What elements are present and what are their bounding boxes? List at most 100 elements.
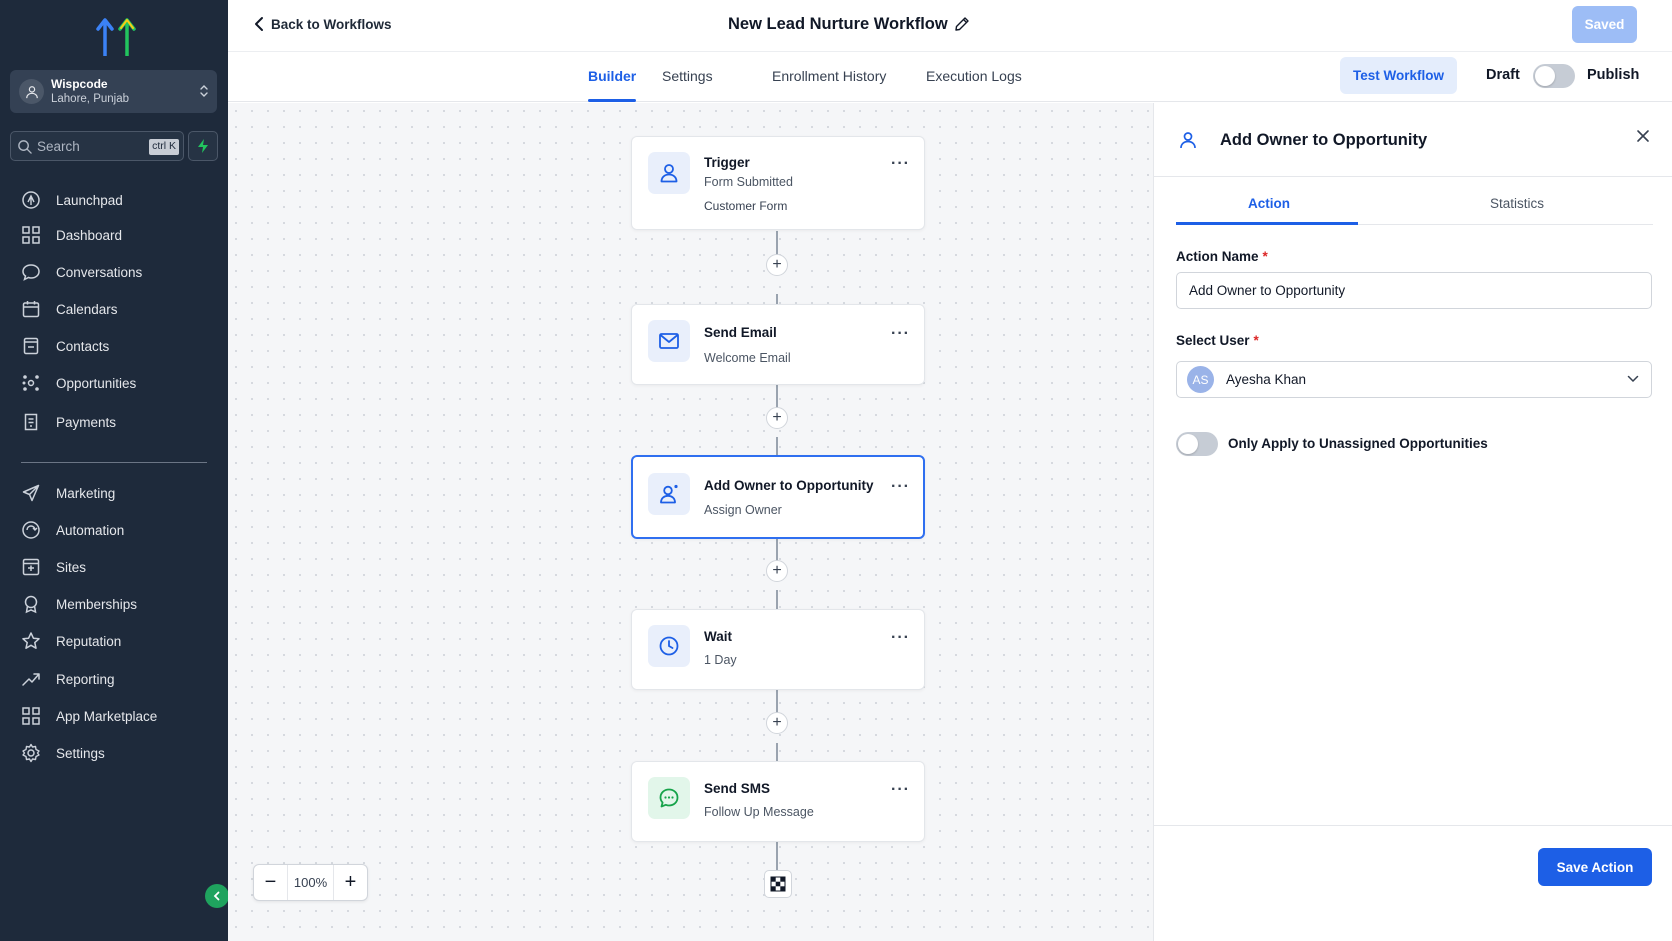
panel-footer-divider xyxy=(1154,825,1672,826)
tab-execution-logs[interactable]: Execution Logs xyxy=(926,68,1022,84)
tab-enrollment-history[interactable]: Enrollment History xyxy=(772,68,886,84)
test-workflow-button[interactable]: Test Workflow xyxy=(1340,57,1457,94)
workflow-node-send-email[interactable]: Send Email Welcome Email ··· xyxy=(631,304,925,385)
workflow-node-send-sms[interactable]: Send SMS Follow Up Message ··· xyxy=(631,761,925,842)
more-options-icon[interactable]: ··· xyxy=(891,325,910,343)
node-subtitle: Assign Owner xyxy=(704,503,782,517)
sidebar-item-conversations[interactable]: Conversations xyxy=(20,259,142,285)
sidebar-item-label: Launchpad xyxy=(56,192,123,208)
app-logo xyxy=(96,18,136,56)
node-subtitle: Form Submitted xyxy=(704,175,793,189)
more-options-icon[interactable]: ··· xyxy=(891,629,910,647)
add-step-button[interactable]: + xyxy=(766,560,788,582)
collapse-sidebar-button[interactable] xyxy=(205,884,229,908)
user-icon xyxy=(1180,132,1196,149)
tab-statistics[interactable]: Statistics xyxy=(1490,196,1544,211)
user-add-icon xyxy=(648,473,690,515)
connector-line xyxy=(776,437,778,455)
sidebar-item-sites[interactable]: Sites xyxy=(20,554,86,580)
account-avatar xyxy=(19,79,44,104)
sidebar-item-label: Reporting xyxy=(56,671,115,687)
sidebar-item-opportunities[interactable]: Opportunities xyxy=(20,370,136,396)
sidebar-item-payments[interactable]: Payments xyxy=(20,409,116,435)
action-config-panel: Add Owner to Opportunity Action Statisti… xyxy=(1153,103,1672,941)
search-shortcut: ctrl K xyxy=(149,139,179,155)
node-detail: Customer Form xyxy=(704,199,788,213)
account-location: Lahore, Punjab xyxy=(51,93,130,105)
publish-toggle[interactable] xyxy=(1533,64,1575,88)
sites-icon xyxy=(20,556,42,578)
more-options-icon[interactable]: ··· xyxy=(891,781,910,799)
action-name-label: Action Name * xyxy=(1176,249,1268,264)
sidebar-item-calendars[interactable]: Calendars xyxy=(20,296,118,322)
publish-label: Publish xyxy=(1587,67,1640,83)
close-icon[interactable] xyxy=(1636,129,1650,143)
workflow-node-add-owner[interactable]: Add Owner to Opportunity Assign Owner ··… xyxy=(631,455,925,539)
tab-action[interactable]: Action xyxy=(1248,196,1290,211)
active-tab-indicator xyxy=(1176,222,1358,225)
add-step-button[interactable]: + xyxy=(766,712,788,734)
star-icon xyxy=(20,630,42,652)
sidebar-item-label: Calendars xyxy=(56,301,118,317)
action-name-input[interactable]: Add Owner to Opportunity xyxy=(1176,272,1652,309)
node-subtitle: Welcome Email xyxy=(704,351,791,365)
pencil-icon[interactable] xyxy=(954,16,970,32)
gear-icon xyxy=(20,742,42,764)
automation-icon xyxy=(20,519,42,541)
sidebar-item-dashboard[interactable]: Dashboard xyxy=(20,222,122,248)
clock-icon xyxy=(648,625,690,667)
more-options-icon[interactable]: ··· xyxy=(891,155,910,173)
user-avatar: AS xyxy=(1187,366,1214,393)
more-options-icon[interactable]: ··· xyxy=(891,478,910,496)
chat-icon xyxy=(20,261,42,283)
account-name: Wispcode xyxy=(51,77,108,91)
user-icon xyxy=(25,85,38,98)
add-step-button[interactable]: + xyxy=(766,254,788,276)
sidebar-item-label: Automation xyxy=(56,522,125,538)
account-switcher[interactable]: Wispcode Lahore, Punjab xyxy=(10,70,217,113)
sidebar-item-marketing[interactable]: Marketing xyxy=(20,480,115,506)
tab-builder[interactable]: Builder xyxy=(588,68,636,84)
search-placeholder: Search xyxy=(37,139,80,154)
zoom-in-button[interactable]: + xyxy=(334,865,367,900)
sidebar-item-label: Conversations xyxy=(56,264,143,280)
required-mark: * xyxy=(1262,249,1268,264)
back-to-workflows-link[interactable]: Back to Workflows xyxy=(254,16,392,32)
sidebar-search[interactable]: Search ctrl K xyxy=(10,131,184,161)
sidebar-item-reporting[interactable]: Reporting xyxy=(20,666,115,692)
search-icon xyxy=(18,140,32,154)
sidebar-item-launchpad[interactable]: Launchpad xyxy=(20,187,123,213)
sms-icon xyxy=(648,777,690,819)
save-action-button[interactable]: Save Action xyxy=(1538,848,1652,886)
chevron-left-icon xyxy=(255,17,263,31)
node-subtitle: 1 Day xyxy=(704,653,737,667)
sidebar-item-reputation[interactable]: Reputation xyxy=(20,628,121,654)
calendar-icon xyxy=(20,298,42,320)
trend-icon xyxy=(20,668,42,690)
connector-line xyxy=(776,842,778,870)
select-user-label-text: Select User xyxy=(1176,333,1250,348)
back-label: Back to Workflows xyxy=(271,16,392,32)
end-flag-icon xyxy=(764,870,792,898)
unassigned-only-toggle[interactable] xyxy=(1176,432,1218,456)
add-step-button[interactable]: + xyxy=(766,407,788,429)
zoom-out-button[interactable]: − xyxy=(254,865,287,900)
contact-book-icon xyxy=(20,335,42,357)
sidebar-item-memberships[interactable]: Memberships xyxy=(20,591,137,617)
node-title: Send SMS xyxy=(704,781,771,796)
tab-settings[interactable]: Settings xyxy=(662,68,713,84)
select-user-dropdown[interactable]: AS Ayesha Khan xyxy=(1176,361,1652,398)
sidebar-item-contacts[interactable]: Contacts xyxy=(20,333,109,359)
workflow-title: New Lead Nurture Workflow xyxy=(728,15,948,33)
sidebar-item-app-marketplace[interactable]: App Marketplace xyxy=(20,703,157,729)
workflow-node-trigger[interactable]: Trigger Form Submitted Customer Form ··· xyxy=(631,136,925,230)
saved-button[interactable]: Saved xyxy=(1572,6,1637,43)
quick-action-button[interactable] xyxy=(188,131,218,161)
user-icon xyxy=(648,152,690,194)
node-title: Send Email xyxy=(704,325,777,340)
workflow-node-wait[interactable]: Wait 1 Day ··· xyxy=(631,609,925,690)
sidebar-item-automation[interactable]: Automation xyxy=(20,517,124,543)
rocket-icon xyxy=(20,189,42,211)
active-tab-indicator xyxy=(588,99,636,102)
sidebar-item-settings[interactable]: Settings xyxy=(20,740,105,766)
